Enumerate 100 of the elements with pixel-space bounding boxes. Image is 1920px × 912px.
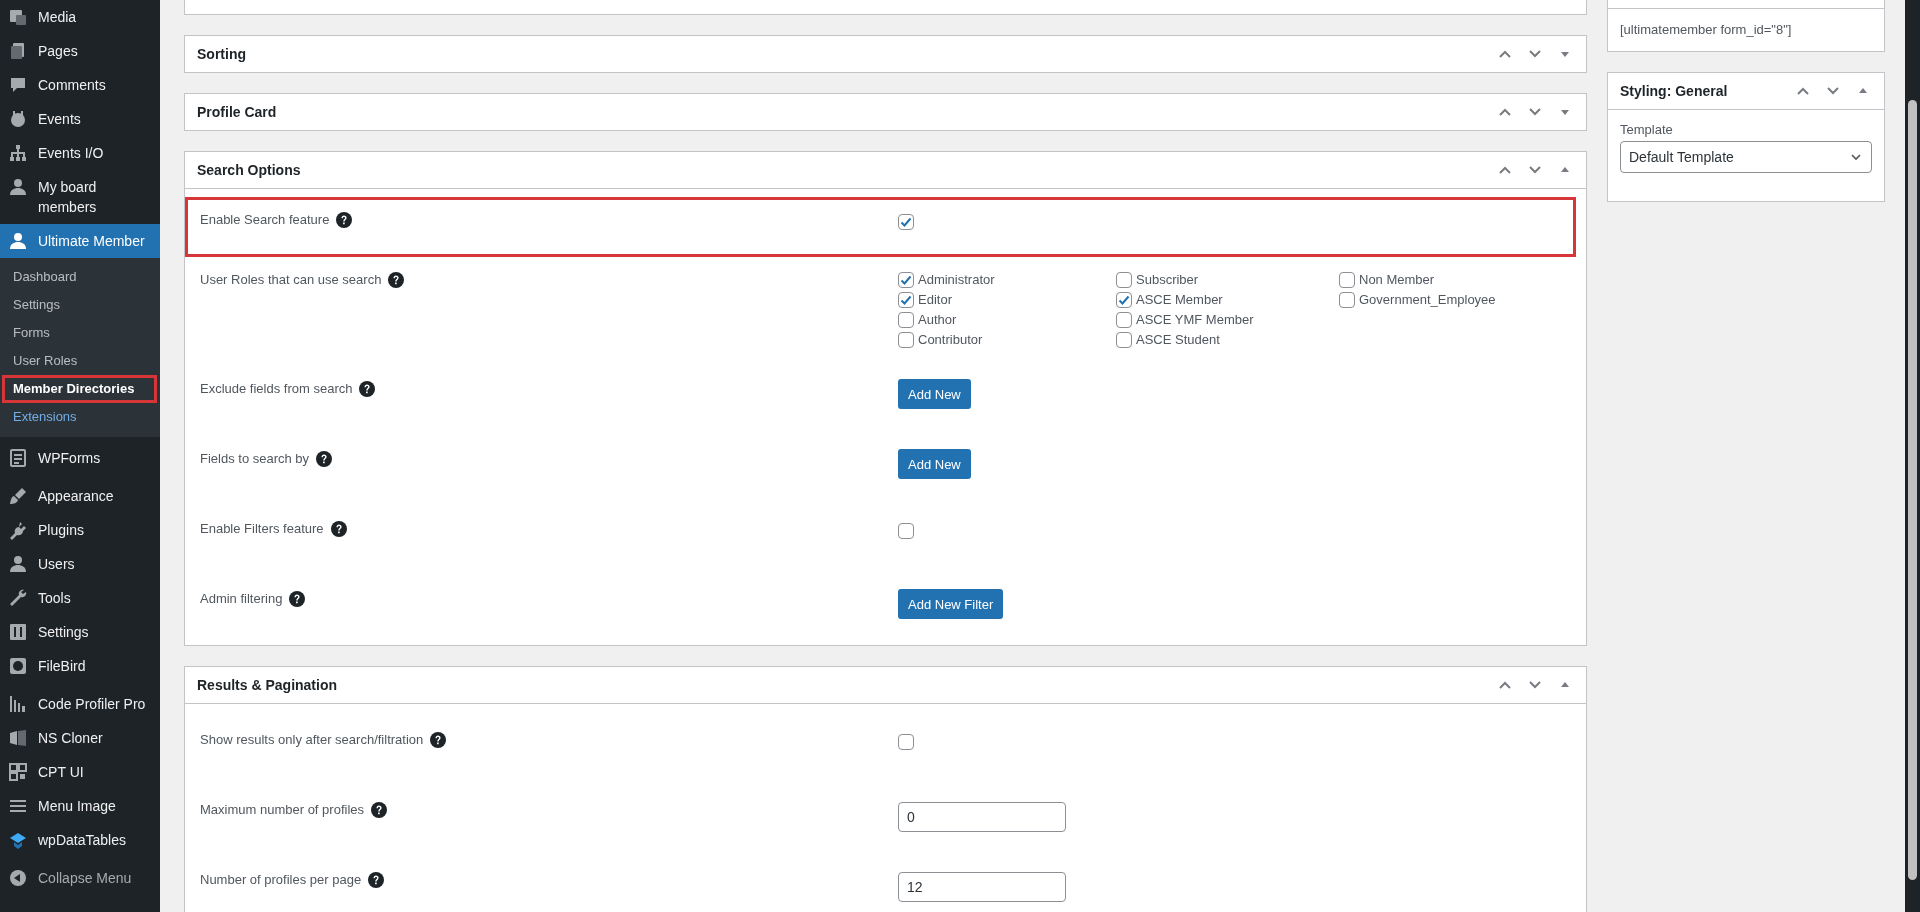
checkbox[interactable]	[1339, 292, 1355, 308]
menu-item[interactable]: wpDataTables	[0, 823, 160, 857]
field-label: Enable Filters feature	[200, 521, 324, 537]
menu-item[interactable]: Media	[0, 0, 160, 34]
checkbox-label: Administrator	[918, 272, 995, 288]
checkbox-label: Editor	[918, 292, 952, 308]
menu-item[interactable]: Events I/O	[0, 136, 160, 170]
panel-title: Search Options	[197, 162, 302, 178]
hierarchy-icon	[8, 143, 28, 163]
menu-item[interactable]: Events	[0, 102, 160, 136]
checkbox-label: Contributor	[918, 332, 983, 348]
menu-item[interactable]: WPForms	[0, 441, 160, 475]
checkbox-label: ASCE Member	[1136, 292, 1223, 308]
menu-item[interactable]: Users	[0, 547, 160, 581]
field-label: Template	[1620, 122, 1674, 137]
menu-item[interactable]: Comments	[0, 68, 160, 102]
form-icon	[8, 448, 28, 468]
checkbox-label: ASCE YMF Member	[1136, 312, 1254, 328]
grid-icon	[8, 762, 28, 782]
menu-item[interactable]: Appearance	[0, 479, 160, 513]
checkbox-label: Author	[918, 312, 957, 328]
submenu-item[interactable]: Forms	[2, 319, 157, 347]
triangle-up-icon	[1560, 165, 1570, 175]
field-label: User Roles that can use search	[200, 272, 382, 288]
input-field[interactable]: 0	[898, 802, 1066, 832]
checkbox[interactable]	[898, 292, 914, 308]
checkbox[interactable]	[898, 312, 914, 328]
checkbox-label: Non Member	[1359, 272, 1435, 288]
checkbox[interactable]	[898, 272, 914, 288]
menu-item[interactable]: NS Cloner	[0, 721, 160, 755]
panel-title: Sorting	[197, 46, 247, 62]
wrench-icon	[8, 588, 28, 608]
menu-item[interactable]: Settings	[0, 615, 160, 649]
sliders-icon	[8, 622, 28, 642]
field-label: Fields to search by	[200, 451, 310, 467]
calendar-icon	[8, 109, 28, 129]
checkbox[interactable]	[898, 523, 914, 539]
help-icon[interactable]	[430, 732, 447, 748]
field-label: Number of profiles per page	[200, 872, 362, 888]
window-icon	[8, 728, 28, 748]
menu-item[interactable]: Code Profiler Pro	[0, 687, 160, 721]
person-icon	[8, 554, 28, 574]
plug-icon	[8, 520, 28, 540]
menu-item[interactable]: CPT UI	[0, 755, 160, 789]
checkbox-label: Subscriber	[1136, 272, 1199, 288]
menu-item[interactable]: FileBird	[0, 649, 160, 683]
help-icon[interactable]	[388, 272, 405, 288]
field-label: Show results only after search/filtration	[200, 732, 424, 748]
help-icon[interactable]	[359, 381, 376, 397]
add-button[interactable]: Add New	[898, 449, 971, 479]
checkbox[interactable]	[898, 332, 914, 348]
submenu-item[interactable]: Settings	[2, 291, 157, 319]
checkbox-label: ASCE Student	[1136, 332, 1220, 348]
menu-item[interactable]: Tools	[0, 581, 160, 615]
checkbox[interactable]	[898, 734, 914, 750]
menu-item[interactable]: Ultimate Member	[0, 224, 160, 258]
speech-bubble-icon	[8, 75, 28, 95]
field-label: Enable Search feature	[200, 212, 330, 228]
menu-item[interactable]: Collapse Menu	[0, 861, 160, 895]
triangle-down-icon	[1560, 107, 1570, 117]
submenu-item[interactable]: Dashboard	[2, 263, 157, 291]
submenu-item[interactable]: Member Directories	[2, 375, 157, 403]
triangle-down-icon	[1560, 49, 1570, 59]
menu-item[interactable]: Plugins	[0, 513, 160, 547]
help-icon[interactable]	[330, 521, 347, 537]
checkbox[interactable]	[1116, 292, 1132, 308]
cube-icon	[8, 830, 28, 850]
checkbox[interactable]	[1116, 272, 1132, 288]
menu-item[interactable]: My board members	[0, 170, 160, 224]
person-icon	[8, 231, 28, 251]
menu-item[interactable]: Menu Image	[0, 789, 160, 823]
template-dropdown[interactable]: Default Template	[1620, 141, 1872, 173]
panel-title: Results & Pagination	[197, 677, 339, 693]
field-label: Exclude fields from search	[200, 381, 353, 397]
person-icon	[8, 177, 28, 197]
bar-chart-icon	[8, 694, 28, 714]
checkbox[interactable]	[898, 214, 914, 230]
checkbox[interactable]	[1116, 332, 1132, 348]
arrow-circle-icon	[8, 868, 28, 888]
help-icon[interactable]	[371, 802, 387, 818]
add-button[interactable]: Add New	[898, 379, 971, 409]
submenu-item[interactable]: User Roles	[2, 347, 157, 375]
menu-item[interactable]: Pages	[0, 34, 160, 68]
brush-icon	[8, 486, 28, 506]
triangle-up-icon	[1560, 680, 1570, 690]
input-field[interactable]: 12	[898, 872, 1066, 902]
scrollbar-thumb[interactable]	[1908, 100, 1917, 880]
checkbox[interactable]	[1339, 272, 1355, 288]
submenu-item[interactable]: Extensions	[2, 403, 157, 431]
panel-title: Profile Card	[197, 104, 278, 120]
add-button[interactable]: Add New Filter	[898, 589, 1004, 619]
checkbox-label: Government_Employee	[1359, 292, 1496, 308]
checkbox[interactable]	[1116, 312, 1132, 328]
help-icon[interactable]	[316, 451, 333, 467]
field-label: Admin filtering	[200, 591, 283, 607]
help-icon[interactable]	[368, 872, 385, 888]
triangle-up-icon	[1858, 86, 1868, 96]
help-icon[interactable]	[336, 212, 353, 228]
help-icon[interactable]	[289, 591, 306, 607]
shortcode-text: [ultimatemember form_id="8"]	[1620, 22, 1792, 37]
